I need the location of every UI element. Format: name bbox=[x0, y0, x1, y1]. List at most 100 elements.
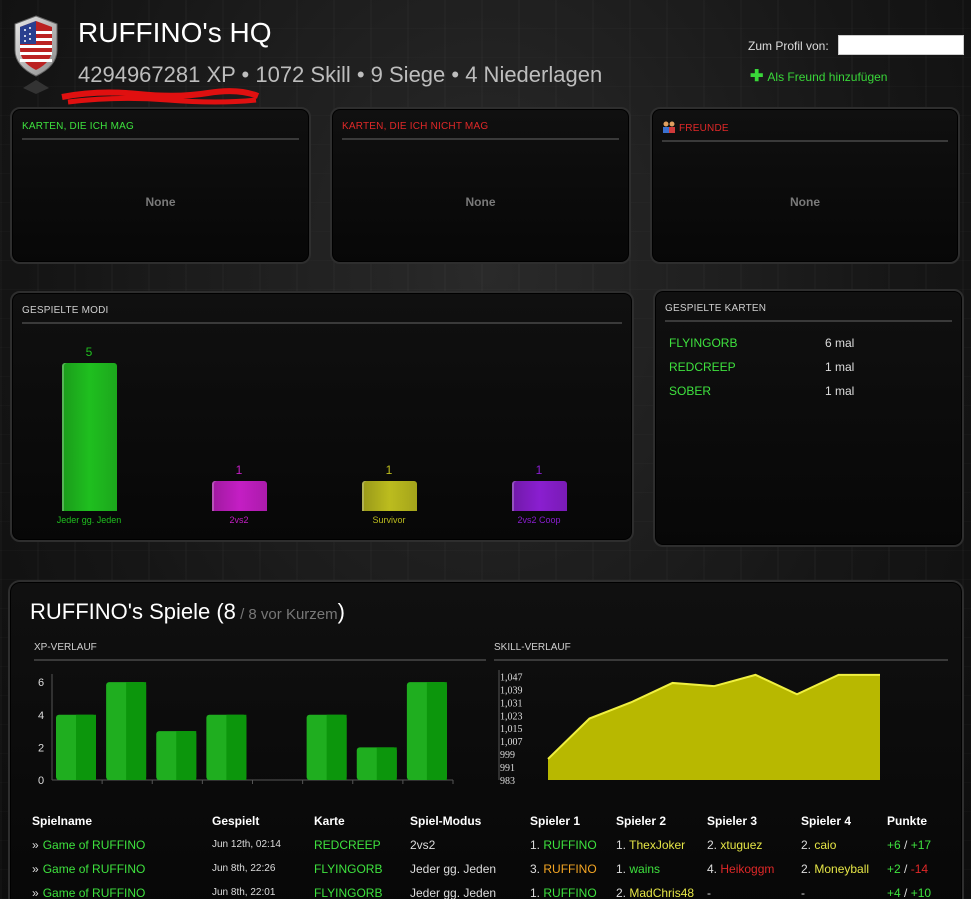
liked-maps-panel: KARTEN, DIE ICH MAG None bbox=[10, 107, 311, 264]
player-name[interactable]: xtuguez bbox=[720, 838, 762, 852]
add-friend-label: Als Freund hinzufügen bbox=[767, 70, 888, 84]
liked-maps-empty: None bbox=[145, 195, 176, 209]
mode-bar-group: 1 2vs2 bbox=[199, 463, 279, 525]
game-date: Jun 8th, 22:26 bbox=[212, 863, 276, 874]
game-points: +2 / -14 bbox=[887, 861, 928, 877]
games-title-prefix: RUFFINO's Spiele ( bbox=[30, 599, 224, 624]
game-name: Game of RUFFINO bbox=[42, 838, 146, 852]
skill-points: -14 bbox=[910, 862, 929, 876]
friends-icon bbox=[663, 121, 675, 133]
xp-bar-shade bbox=[376, 747, 397, 780]
modes-title: GESPIELTE MODI bbox=[22, 305, 622, 324]
mode-value: 1 bbox=[535, 463, 543, 477]
plus-icon: ✚ bbox=[750, 68, 764, 85]
game-map[interactable]: FLYINGORB bbox=[314, 885, 382, 899]
mode-bar bbox=[361, 481, 417, 511]
disliked-maps-panel: KARTEN, DIE ICH NICHT MAG None bbox=[330, 107, 631, 264]
liked-maps-title: KARTEN, DIE ICH MAG bbox=[22, 121, 299, 140]
rank: 2. bbox=[801, 862, 812, 876]
player-name[interactable]: RUFFINO bbox=[543, 862, 596, 876]
xp-chart-title: XP-VERLAUF bbox=[34, 642, 486, 661]
player-name[interactable]: RUFFINO bbox=[543, 886, 596, 899]
game-mode: Jeder gg. Jeden bbox=[410, 862, 497, 876]
player-4: - bbox=[801, 885, 805, 899]
player-name[interactable]: Heikoggm bbox=[720, 862, 774, 876]
col-header: Spieler 4 bbox=[801, 814, 852, 828]
skill-area bbox=[548, 674, 880, 780]
points-separator: / bbox=[900, 862, 911, 876]
game-map[interactable]: FLYINGORB bbox=[314, 861, 382, 877]
player-4: 2. Moneyball bbox=[801, 861, 869, 877]
game-name: Game of RUFFINO bbox=[42, 886, 146, 899]
xp-points: +6 bbox=[887, 838, 901, 852]
player-name[interactable]: caio bbox=[814, 838, 836, 852]
y-tick-label: 991 bbox=[500, 763, 515, 774]
xp-bar-shade bbox=[176, 731, 197, 780]
mode-label: 2vs2 bbox=[229, 515, 249, 525]
profile-input[interactable] bbox=[838, 35, 964, 55]
player-name[interactable]: ThexJoker bbox=[629, 838, 685, 852]
xp-bar-shade bbox=[326, 714, 347, 780]
mode-label: Jeder gg. Jeden bbox=[56, 515, 122, 525]
list-item: REDCREEP 1 mal bbox=[669, 355, 949, 379]
y-tick-label: 983 bbox=[500, 776, 515, 787]
map-name[interactable]: SOBER bbox=[669, 384, 825, 398]
rank: - bbox=[801, 886, 805, 899]
list-item: SOBER 1 mal bbox=[669, 379, 949, 403]
y-tick-label: 6 bbox=[38, 677, 44, 689]
y-tick-label: 999 bbox=[500, 750, 515, 761]
add-friend-link[interactable]: ✚ Als Freund hinzufügen bbox=[750, 68, 888, 85]
rank: 2. bbox=[616, 886, 627, 899]
game-link[interactable]: » Game of RUFFINO bbox=[32, 885, 145, 899]
maps-played-title: GESPIELTE KARTEN bbox=[665, 303, 952, 322]
col-header: Spiel-Modus bbox=[410, 814, 482, 828]
page-title: RUFFINO's HQ bbox=[78, 17, 272, 48]
game-date: Jun 12th, 02:14 bbox=[212, 839, 281, 850]
mode-bar-group: 1 Survivor bbox=[349, 463, 429, 525]
col-header: Spieler 1 bbox=[530, 814, 581, 828]
xp-points: +4 bbox=[887, 886, 901, 899]
xp-bar-shade bbox=[426, 682, 447, 780]
games-title: RUFFINO's Spiele (8 / 8 vor Kurzem) bbox=[30, 599, 345, 625]
game-link[interactable]: » Game of RUFFINO bbox=[32, 837, 145, 853]
y-tick-label: 2 bbox=[38, 742, 44, 754]
player-name[interactable]: RUFFINO bbox=[543, 838, 596, 852]
game-link[interactable]: » Game of RUFFINO bbox=[32, 861, 145, 877]
y-tick-label: 1,047 bbox=[500, 672, 523, 683]
game-mode: 2vs2 bbox=[410, 838, 436, 852]
rank: 1. bbox=[616, 862, 627, 876]
player-name[interactable]: wains bbox=[629, 862, 660, 876]
game-map[interactable]: REDCREEP bbox=[314, 837, 381, 853]
games-count: 8 bbox=[223, 599, 236, 624]
map-name[interactable]: FLYINGORB bbox=[669, 336, 825, 350]
friends-panel: FREUNDE None bbox=[650, 107, 960, 264]
map-count: 1 mal bbox=[825, 384, 855, 398]
points-separator: / bbox=[900, 886, 911, 899]
game-points: +4 / +10 bbox=[887, 885, 931, 899]
redaction-scribble bbox=[61, 88, 260, 105]
rank: 1. bbox=[530, 886, 541, 899]
rank: 3. bbox=[530, 862, 541, 876]
player-name[interactable]: MadChris48 bbox=[629, 886, 694, 899]
rank: 4. bbox=[707, 862, 718, 876]
map-name[interactable]: REDCREEP bbox=[669, 360, 825, 374]
y-tick-label: 0 bbox=[38, 775, 44, 787]
disliked-maps-empty: None bbox=[465, 195, 496, 209]
mode-bar-group: 1 2vs2 Coop bbox=[499, 463, 579, 525]
rank: 1. bbox=[530, 838, 541, 852]
player-2: 1. wains bbox=[616, 861, 660, 877]
xp-bar-shade bbox=[226, 714, 247, 780]
game-points: +6 / +17 bbox=[887, 837, 931, 853]
player-1: 1. RUFFINO bbox=[530, 885, 597, 899]
mode-bar-group: 5 Jeder gg. Jeden bbox=[49, 345, 129, 525]
player-stats: 4294967281 XP • 1072 Skill • 9 Siege • 4… bbox=[78, 62, 603, 87]
col-header: Karte bbox=[314, 814, 345, 828]
y-tick-label: 1,039 bbox=[500, 685, 523, 696]
player-3: - bbox=[707, 885, 711, 899]
y-tick-label: 1,023 bbox=[500, 711, 523, 722]
disliked-maps-title: KARTEN, DIE ICH NICHT MAG bbox=[342, 121, 619, 140]
skill-chart: 983 991 999 1,007 1,015 1,023 1,031 1,039 1,047 bbox=[498, 670, 880, 787]
games-panel: RUFFINO's Spiele (8 / 8 vor Kurzem) XP-V… bbox=[8, 580, 964, 899]
player-name[interactable]: Moneyball bbox=[814, 862, 869, 876]
col-header: Spieler 3 bbox=[707, 814, 758, 828]
